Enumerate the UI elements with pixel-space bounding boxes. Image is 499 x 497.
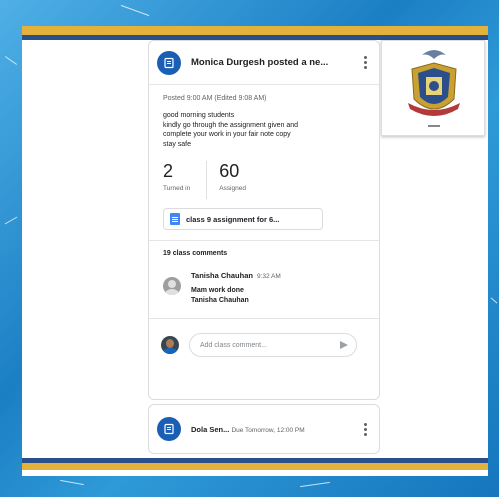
- turned-in-stat[interactable]: 2 Turned in: [163, 161, 206, 199]
- post-body-line: kindly go through the assignment given a…: [163, 121, 299, 129]
- comment-item: Tanisha Chauhan 9:32 AM Mam work done Tan…: [163, 271, 379, 306]
- post-body-line: good morning students: [163, 112, 235, 119]
- assigned-label: Assigned: [219, 185, 246, 192]
- comment-text-line: Tanisha Chauhan: [191, 297, 249, 304]
- next-post-due: Due Tomorrow, 12:00 PM: [231, 426, 305, 434]
- post-header-title: Monica Durgesh posted a ne...: [191, 57, 329, 68]
- gold-stripe-bottom: [22, 463, 488, 470]
- assigned-stat[interactable]: 60 Assigned: [206, 161, 262, 199]
- doc-icon: [170, 213, 180, 225]
- assignment-post-card[interactable]: Monica Durgesh posted a ne... Posted 9:0…: [148, 40, 380, 400]
- submission-stats: 2 Turned in 60 Assigned: [163, 161, 379, 199]
- divider: [149, 240, 379, 241]
- comment-author: Tanisha Chauhan: [191, 271, 253, 280]
- next-post-author: Dola Sen...: [191, 424, 230, 434]
- assignment-icon: [157, 50, 181, 75]
- avatar: [163, 277, 181, 295]
- assigned-count: 60: [219, 161, 240, 181]
- post-header[interactable]: Monica Durgesh posted a ne...: [149, 41, 379, 85]
- posted-timestamp: Posted 9:00 AM (Edited 9:08 AM): [163, 95, 267, 102]
- school-crest-icon: [408, 50, 460, 127]
- comment-time: 9:32 AM: [256, 273, 281, 280]
- assignment-icon: [157, 417, 181, 441]
- comment-composer: Add class comment...: [161, 333, 379, 357]
- comment-text-line: Mam work done: [191, 287, 244, 294]
- turned-in-label: Turned in: [163, 185, 191, 192]
- post-body-line: stay safe: [163, 140, 192, 148]
- avatar: [161, 336, 179, 354]
- next-post-card[interactable]: Dola Sen... Due Tomorrow, 12:00 PM: [148, 404, 380, 454]
- attachment-label: class 9 assignment for 6...: [186, 214, 280, 224]
- divider: [149, 318, 379, 319]
- class-comment-input[interactable]: Add class comment...: [189, 333, 357, 357]
- next-post-title: Dola Sen... Due Tomorrow, 12:00 PM: [191, 425, 359, 434]
- comment-input-placeholder: Add class comment...: [200, 341, 267, 349]
- school-crest-logo: [381, 40, 485, 136]
- post-body: good morning students kindly go through …: [163, 111, 363, 149]
- turned-in-count: 2: [163, 161, 174, 181]
- post-body-line: complete your work in your fair note cop…: [163, 131, 291, 138]
- more-vert-icon[interactable]: [359, 422, 371, 436]
- attachment-chip[interactable]: class 9 assignment for 6...: [163, 208, 323, 230]
- class-comments-link[interactable]: 19 class comments: [163, 250, 379, 257]
- more-vert-icon[interactable]: [359, 56, 371, 69]
- send-icon[interactable]: [340, 341, 348, 349]
- gold-stripe-top: [22, 26, 488, 35]
